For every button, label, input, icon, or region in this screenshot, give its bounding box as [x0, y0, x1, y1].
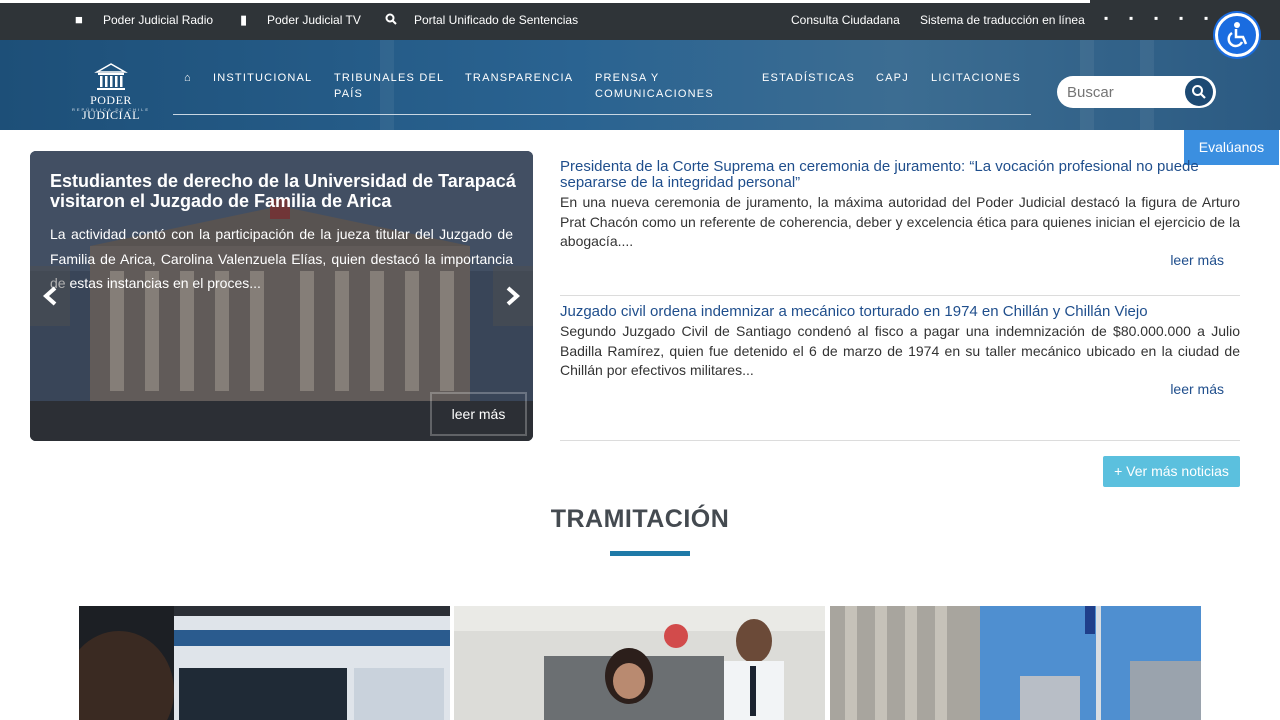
- main-nav: ⌂ INSTITUCIONAL TRIBUNALES DEL PAÍS TRAN…: [173, 70, 1031, 115]
- card-image: [79, 606, 450, 720]
- news-summary: En una nueva ceremonia de juramento, la …: [560, 194, 1240, 249]
- carousel-text: La actividad contó con la participación …: [50, 226, 513, 291]
- carousel-next-button[interactable]: [493, 266, 533, 326]
- search-box: [1057, 76, 1216, 108]
- news-carousel: Estudiantes de derecho de la Universidad…: [30, 151, 533, 441]
- news-item: Presidenta de la Corte Suprema en ceremo…: [560, 159, 1240, 279]
- carousel-prev-button[interactable]: [30, 266, 70, 326]
- nav-capj[interactable]: CAPJ: [876, 70, 909, 86]
- link-poder-judicial-radio[interactable]: Poder Judicial Radio: [103, 13, 213, 27]
- news-divider: [560, 295, 1240, 296]
- carousel-title[interactable]: Estudiantes de derecho de la Universidad…: [50, 171, 520, 211]
- news-divider: [560, 440, 1240, 441]
- nav-tribunales[interactable]: TRIBUNALES DEL PAÍS: [334, 70, 452, 102]
- courthouse-emblem-icon: [94, 63, 128, 90]
- news-item: Juzgado civil ordena indemnizar a mecáni…: [560, 304, 1240, 424]
- radio-icon: ■: [75, 12, 83, 27]
- chevron-right-icon: [506, 286, 521, 306]
- instagram-icon[interactable]: ▪: [1154, 11, 1158, 25]
- news-title[interactable]: Presidenta de la Corte Suprema en ceremo…: [560, 159, 1240, 191]
- section-underline: [610, 551, 690, 556]
- nav-estadisticas[interactable]: ESTADÍSTICAS: [762, 70, 855, 86]
- main-header: PODER JUDICIAL REPÚBLICA DE CHILE ⌂ INST…: [0, 40, 1280, 130]
- top-utility-bar: ■ Poder Judicial Radio ▮ Poder Judicial …: [0, 0, 1280, 40]
- home-icon[interactable]: ⌂: [184, 72, 191, 84]
- page-load-progress: [0, 0, 1090, 3]
- nav-licitaciones[interactable]: LICITACIONES: [931, 70, 1021, 86]
- youtube-icon[interactable]: ▪: [1179, 11, 1183, 25]
- logo-subtext: REPÚBLICA DE CHILE: [71, 107, 150, 112]
- facebook-icon[interactable]: ▪: [1104, 11, 1108, 25]
- carousel-read-more-button[interactable]: leer más: [430, 392, 527, 436]
- search-input[interactable]: [1067, 82, 1182, 102]
- mobile-icon: ▮: [240, 12, 248, 27]
- link-sistema-traduccion[interactable]: Sistema de traducción en línea: [920, 13, 1085, 27]
- tramitacion-card[interactable]: [830, 606, 1201, 720]
- nav-institucional[interactable]: INSTITUCIONAL: [213, 70, 312, 86]
- link-portal-sentencias[interactable]: Portal Unificado de Sentencias: [414, 13, 578, 27]
- chevron-left-icon: [42, 286, 57, 306]
- search-button[interactable]: [1185, 78, 1213, 106]
- twitter-icon[interactable]: ▪: [1129, 11, 1133, 25]
- card-image: [830, 606, 1201, 720]
- poder-judicial-logo[interactable]: PODER JUDICIAL REPÚBLICA DE CHILE: [62, 62, 160, 122]
- tramitacion-card[interactable]: [454, 606, 825, 720]
- nav-prensa[interactable]: PRENSA Y COMUNICACIONES: [595, 70, 735, 102]
- section-title: TRAMITACIÓN: [550, 505, 730, 533]
- link-consulta-ciudadana[interactable]: Consulta Ciudadana: [791, 13, 900, 27]
- flickr-icon[interactable]: ▪: [1204, 11, 1208, 25]
- news-title[interactable]: Juzgado civil ordena indemnizar a mecáni…: [560, 304, 1240, 320]
- search-icon: [385, 13, 397, 25]
- news-read-more-link[interactable]: leer más: [1170, 252, 1224, 268]
- link-poder-judicial-tv[interactable]: Poder Judicial TV: [267, 13, 361, 27]
- wheelchair-icon: [1227, 22, 1248, 48]
- news-read-more-link[interactable]: leer más: [1170, 381, 1224, 397]
- card-image: [454, 606, 825, 720]
- search-icon: [1192, 85, 1206, 99]
- tramitacion-card[interactable]: [79, 606, 450, 720]
- more-news-button[interactable]: + Ver más noticias: [1103, 456, 1240, 487]
- nav-transparencia[interactable]: TRANSPARENCIA: [465, 70, 573, 86]
- accessibility-button[interactable]: [1215, 13, 1259, 57]
- news-summary: Segundo Juzgado Civil de Santiago conden…: [560, 323, 1240, 378]
